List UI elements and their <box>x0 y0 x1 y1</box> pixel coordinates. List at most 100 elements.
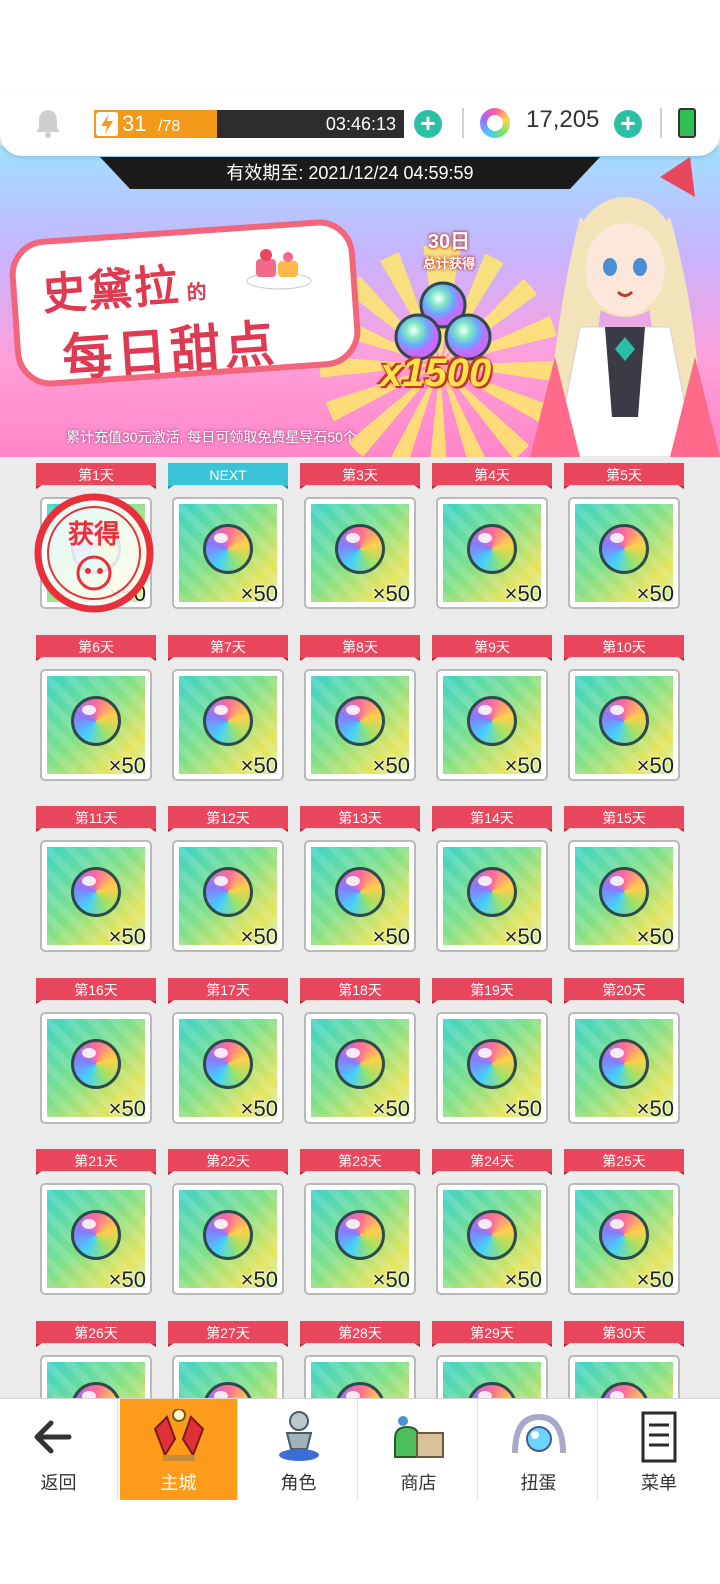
reward-quantity: ×50 <box>504 1267 542 1292</box>
stamina-timer: 03:46:13 <box>325 114 396 134</box>
reward-card: ×50 <box>568 497 680 609</box>
reward-card: ×50 <box>304 1183 416 1295</box>
reward-day-cell[interactable]: 第9天 ×50 <box>432 635 552 795</box>
reward-quantity: ×50 <box>636 581 674 606</box>
reward-quantity: ×50 <box>240 581 278 606</box>
nav-shop-label: 商店 <box>400 1473 437 1493</box>
reward-card: ×50 <box>436 1183 548 1295</box>
reward-quantity: ×50 <box>504 924 542 949</box>
reward-card: ×50 <box>172 1012 284 1124</box>
reward-day-cell[interactable]: 第1天×50获得 <box>34 463 156 623</box>
shop-bags-icon <box>394 1416 444 1458</box>
dessert-icon <box>246 249 312 290</box>
day-label: 第5天 <box>564 463 684 489</box>
reward-day-cell[interactable]: 第21天 ×50 <box>36 1149 156 1309</box>
bell-icon[interactable] <box>34 108 62 138</box>
reward-day-cell[interactable]: 第12天 ×50 <box>168 806 288 966</box>
star-gem-icon <box>599 867 649 917</box>
star-gem-icon <box>335 696 385 746</box>
status-area <box>0 0 720 92</box>
nav-back-label: 返回 <box>40 1473 77 1493</box>
back-arrow-icon <box>34 1420 72 1454</box>
day-label: 第13天 <box>300 806 420 832</box>
reward-card: ×50 <box>172 497 284 609</box>
reward-day-cell[interactable]: 第4天 ×50 <box>432 463 552 623</box>
reward-day-cell[interactable]: 第5天 ×50 <box>564 463 684 623</box>
reward-day-cell[interactable]: 第7天 ×50 <box>168 635 288 795</box>
reward-day-cell[interactable]: 第11天 ×50 <box>36 806 156 966</box>
add-stamina-button[interactable]: + <box>414 110 442 138</box>
day-label: 第8天 <box>300 635 420 661</box>
reward-day-cell[interactable]: 第17天 ×50 <box>168 978 288 1138</box>
nav-main-city[interactable]: 主城 <box>120 1399 238 1501</box>
nav-shop[interactable]: 商店 <box>360 1399 478 1501</box>
add-gems-button[interactable]: + <box>614 110 642 138</box>
star-gem-icon <box>203 524 253 574</box>
nav-character[interactable]: 角色 <box>240 1399 358 1501</box>
reward-day-cell[interactable]: 第25天 ×50 <box>564 1149 684 1309</box>
star-gem-icon <box>599 524 649 574</box>
reward-day-cell[interactable]: 第10天 ×50 <box>564 635 684 795</box>
menu-list-icon <box>641 1411 677 1463</box>
star-gem-icon <box>467 696 517 746</box>
stamina-max: /78 <box>158 118 181 135</box>
day-label: 第15天 <box>564 806 684 832</box>
battery-icon <box>678 108 696 138</box>
day-label: 第21天 <box>36 1149 156 1175</box>
day-label: 第24天 <box>432 1149 552 1175</box>
star-gem-icon <box>599 1039 649 1089</box>
reward-day-cell[interactable]: 第15天 ×50 <box>564 806 684 966</box>
reward-day-cell[interactable]: 第14天 ×50 <box>432 806 552 966</box>
banner-footer-note: 累计充值30元激活, 每日可领取免费星导石50个 <box>66 429 357 445</box>
star-gem-icon <box>599 696 649 746</box>
day-label: 第28天 <box>300 1321 420 1347</box>
reward-day-cell[interactable]: 第6天 ×50 <box>36 635 156 795</box>
reward-card: ×50 <box>304 1012 416 1124</box>
day-label: 第22天 <box>168 1149 288 1175</box>
gacha-icon <box>512 1413 566 1454</box>
crystal-city-icon <box>153 1409 205 1461</box>
divider <box>462 108 464 138</box>
reward-quantity: ×50 <box>240 1267 278 1292</box>
nav-menu-label: 菜单 <box>641 1473 677 1493</box>
reward-quantity: ×50 <box>372 1096 410 1121</box>
star-gem-icon <box>335 867 385 917</box>
reward-card: ×50 <box>436 669 548 781</box>
reward-day-cell[interactable]: 第3天 ×50 <box>300 463 420 623</box>
reward-quantity: ×50 <box>504 1096 542 1121</box>
reward-day-cell[interactable]: 第24天 ×50 <box>432 1149 552 1309</box>
reward-day-cell[interactable]: 第22天 ×50 <box>168 1149 288 1309</box>
reward-day-cell[interactable]: 第8天 ×50 <box>300 635 420 795</box>
system-nav-area <box>0 1500 720 1584</box>
title-of: 的 <box>185 281 210 305</box>
nav-back[interactable]: 返回 <box>0 1399 118 1501</box>
top-resource-bar: 31 /78 03:46:13 + 17,205 + <box>0 92 720 156</box>
reward-quantity: ×50 <box>504 753 542 778</box>
day-label: 第12天 <box>168 806 288 832</box>
reward-day-cell[interactable]: 第13天 ×50 <box>300 806 420 966</box>
day-label: 第9天 <box>432 635 552 661</box>
reward-day-cell[interactable]: 第23天 ×50 <box>300 1149 420 1309</box>
reward-quantity: ×50 <box>108 924 146 949</box>
gem-count: 17,205 <box>526 106 600 133</box>
day-label: 第4天 <box>432 463 552 489</box>
star-gem-icon <box>203 696 253 746</box>
reward-day-cell[interactable]: 第19天 ×50 <box>432 978 552 1138</box>
nav-menu[interactable]: 菜单 <box>600 1399 718 1501</box>
day-label: 第7天 <box>168 635 288 661</box>
reward-day-cell[interactable]: 第18天 ×50 <box>300 978 420 1138</box>
star-gem-icon <box>71 696 121 746</box>
day-label: 第18天 <box>300 978 420 1004</box>
reward-card: ×50 <box>436 840 548 952</box>
star-gem-icon <box>71 1210 121 1260</box>
reward-day-cell[interactable]: 第16天 ×50 <box>36 978 156 1138</box>
reward-day-cell[interactable]: 第20天 ×50 <box>564 978 684 1138</box>
day-label: 第23天 <box>300 1149 420 1175</box>
reward-card: ×50 <box>304 669 416 781</box>
day-label: 第25天 <box>564 1149 684 1175</box>
reward-quantity: ×50 <box>240 753 278 778</box>
nav-main-city-label: 主城 <box>160 1473 197 1493</box>
nav-gacha[interactable]: 扭蛋 <box>480 1399 598 1501</box>
reward-day-cell[interactable]: NEXT ×50 <box>168 463 288 623</box>
day-label: 第14天 <box>432 806 552 832</box>
